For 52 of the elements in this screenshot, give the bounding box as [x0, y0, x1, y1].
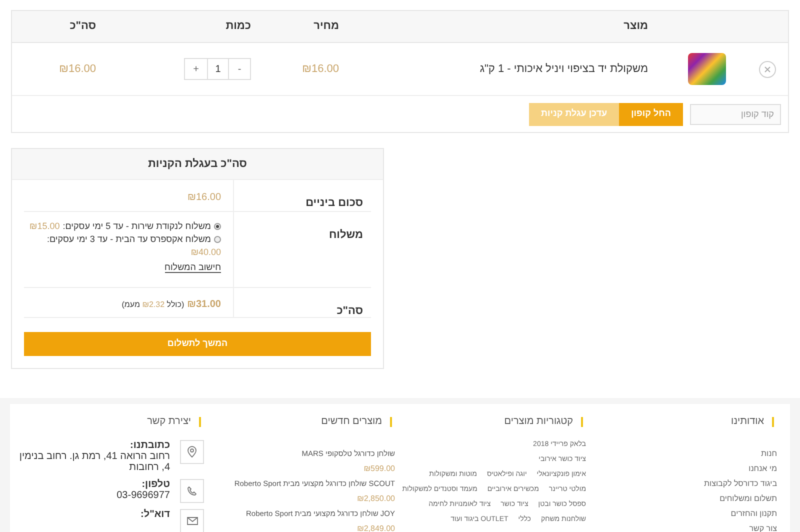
product-price: ₪2,850.00: [357, 494, 395, 503]
footer-heading: אודותינו: [730, 416, 764, 428]
increase-button[interactable]: +: [185, 59, 207, 79]
heading-accent: [199, 417, 201, 427]
heading-accent: [772, 417, 774, 427]
total-value: ₪31.00: [187, 298, 221, 312]
product-thumbnail: [688, 53, 726, 85]
shipping-price: ₪40.00: [190, 246, 221, 259]
footer-link[interactable]: מי אנחנו: [748, 464, 777, 473]
subtotal-value: ₪16.00: [187, 192, 221, 203]
column-header: מחיר: [314, 20, 339, 32]
column-header: סה"כ: [70, 20, 96, 32]
shipping-price: ₪15.00: [30, 220, 60, 233]
quantity-stepper[interactable]: - 1 +: [184, 58, 251, 80]
panel-title: סה"כ בעגלת הקניות: [148, 156, 247, 172]
footer-link[interactable]: חנות: [761, 449, 777, 458]
contact-value: 03-9696977: [116, 490, 170, 501]
row-label: סה"כ: [336, 305, 363, 317]
phone-icon: [187, 486, 197, 496]
contact-label: כתובתנו:: [129, 440, 170, 451]
footer-link[interactable]: ביגוד כדורסל לקבוצות: [704, 479, 777, 488]
row-label: סכום ביניים: [306, 197, 363, 209]
calculate-shipping-link[interactable]: חישוב המשלוח: [164, 262, 221, 273]
footer-link[interactable]: תשלום ומשלוחים: [720, 494, 777, 503]
footer-heading: יצירת קשר: [147, 416, 191, 428]
footer-link[interactable]: תקנון והחזרים: [730, 509, 777, 518]
contact-label: טלפון:: [140, 479, 170, 490]
map-pin-icon: [187, 446, 197, 458]
product-name[interactable]: משקולת יד בציפוי ויניל איכותי - 1 ק"ג: [480, 62, 648, 75]
column-header: מוצר: [624, 20, 648, 32]
line-total: ₪16.00: [59, 62, 96, 75]
footer-heading: קטגוריות מוצרים: [504, 416, 573, 428]
envelope-icon: [186, 517, 198, 525]
quantity-field[interactable]: 1: [207, 59, 228, 79]
heading-accent: [390, 417, 392, 427]
heading-accent: [581, 417, 583, 427]
product-price: ₪599.00: [364, 464, 395, 473]
column-header: כמות: [226, 20, 251, 32]
contact-value: רחוב הרואה 41, רמת גן. רחוב בנימין 4, רחובות: [18, 451, 170, 473]
close-icon: [764, 66, 770, 72]
contact-label: דוא"ל:: [140, 509, 170, 520]
decrease-button[interactable]: -: [228, 59, 250, 79]
row-label: משלוח: [328, 229, 363, 241]
coupon-field[interactable]: קוד קופון: [690, 104, 781, 124]
product-price: ₪16.00: [302, 62, 339, 75]
radio-button[interactable]: [214, 223, 221, 230]
shipping-option-label: משלוח אקספרס עד הבית - עד 3 ימי עסקים:: [46, 233, 211, 246]
footer-heading: מוצרים חדשים: [321, 416, 382, 428]
shipping-option-label: משלוח לנקודת שירות - עד 5 ימי עסקים:: [62, 220, 211, 233]
product-price: ₪2,849.00: [357, 524, 395, 532]
radio-button[interactable]: [214, 236, 221, 243]
remove-button[interactable]: [758, 60, 776, 78]
